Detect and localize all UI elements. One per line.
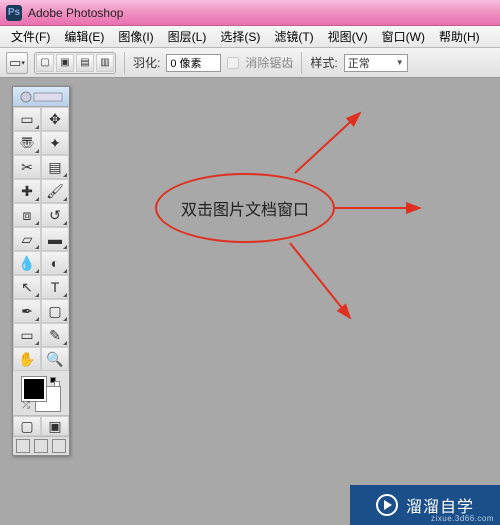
blur-tool[interactable]: 💧 (13, 251, 41, 275)
brush-tool[interactable]: 🖌 (41, 179, 69, 203)
toolbox-header[interactable] (13, 87, 69, 107)
history-brush-tool[interactable]: ↺ (41, 203, 69, 227)
watermark-url: zixue.3d66.com (431, 514, 494, 523)
window-titlebar: Ps Adobe Photoshop (0, 0, 500, 26)
fg-color-swatch[interactable] (22, 377, 46, 401)
notes-tool[interactable]: ▭ (13, 323, 41, 347)
screen-mode-full-menu[interactable] (34, 439, 48, 453)
zoom-tool[interactable]: 🔍 (41, 347, 69, 371)
selection-add[interactable]: ▣ (56, 54, 74, 72)
quickmask-on[interactable]: ▣ (41, 416, 69, 436)
screen-mode-group (13, 436, 69, 455)
style-value: 正常 (348, 55, 370, 71)
default-colors-icon[interactable] (50, 377, 60, 387)
menu-edit[interactable]: 编辑(E) (57, 28, 111, 45)
antialias-checkbox (227, 57, 239, 69)
document-area[interactable] (0, 78, 500, 525)
menu-help[interactable]: 帮助(H) (432, 28, 487, 45)
watermark: 溜溜自学 zixue.3d66.com (350, 485, 500, 525)
menu-window[interactable]: 窗口(W) (375, 28, 432, 45)
menu-image[interactable]: 图像(I) (111, 28, 160, 45)
selection-intersect[interactable]: ▥ (96, 54, 114, 72)
feather-label: 羽化: (133, 54, 160, 71)
rect-marquee-tool[interactable]: ▭ (13, 107, 41, 131)
type-tool[interactable]: T (41, 275, 69, 299)
selection-subtract[interactable]: ▤ (76, 54, 94, 72)
menu-file[interactable]: 文件(F) (4, 28, 57, 45)
gradient-tool[interactable]: ▬ (41, 227, 69, 251)
path-select-tool[interactable]: ↖ (13, 275, 41, 299)
style-label: 样式: (310, 54, 337, 71)
separator (301, 52, 302, 74)
menubar: 文件(F) 编辑(E) 图像(I) 图层(L) 选择(S) 滤镜(T) 视图(V… (0, 26, 500, 48)
menu-layer[interactable]: 图层(L) (161, 28, 214, 45)
slice-tool[interactable]: ▤ (41, 155, 69, 179)
play-icon (376, 494, 398, 516)
hand-tool[interactable]: ✋ (13, 347, 41, 371)
tool-preset-picker[interactable]: ▭▾ (6, 52, 28, 74)
pen-tool[interactable]: ✒ (13, 299, 41, 323)
clone-stamp-tool[interactable]: ⧈ (13, 203, 41, 227)
rectangle-shape-tool[interactable]: ▢ (41, 299, 69, 323)
options-bar: ▭▾ ▢ ▣ ▤ ▥ 羽化: 消除锯齿 样式: 正常 ▼ (0, 48, 500, 78)
screen-mode-standard[interactable] (16, 439, 30, 453)
move-tool[interactable]: ✥ (41, 107, 69, 131)
magic-wand-tool[interactable]: ✦ (41, 131, 69, 155)
swap-colors-icon[interactable]: ⤮ (22, 400, 30, 411)
eraser-tool[interactable]: ▱ (13, 227, 41, 251)
app-title: Adobe Photoshop (28, 6, 123, 20)
quickmask-off[interactable]: ▢ (13, 416, 41, 436)
selection-mode-group: ▢ ▣ ▤ ▥ (34, 52, 116, 74)
color-swatch: ⤮ (13, 371, 69, 415)
lasso-tool[interactable]: 〠 (13, 131, 41, 155)
menu-select[interactable]: 选择(S) (213, 28, 267, 45)
menu-filter[interactable]: 滤镜(T) (267, 28, 320, 45)
eyedropper-tool[interactable]: ✎ (41, 323, 69, 347)
screen-mode-full[interactable] (52, 439, 66, 453)
feather-input[interactable] (166, 54, 221, 72)
selection-new[interactable]: ▢ (36, 54, 54, 72)
healing-brush-tool[interactable]: ✚ (13, 179, 41, 203)
app-icon: Ps (6, 5, 22, 21)
chevron-down-icon: ▼ (396, 58, 404, 67)
crop-tool[interactable]: ✂ (13, 155, 41, 179)
menu-view[interactable]: 视图(V) (321, 28, 375, 45)
separator (124, 52, 125, 74)
toolbox: ▭✥〠✦✂▤✚🖌⧈↺▱▬💧◐↖T✒▢▭✎✋🔍 ⤮ ▢ ▣ (12, 86, 70, 456)
style-select[interactable]: 正常 ▼ (344, 54, 408, 72)
antialias-label: 消除锯齿 (245, 54, 293, 71)
dodge-tool[interactable]: ◐ (41, 251, 69, 275)
